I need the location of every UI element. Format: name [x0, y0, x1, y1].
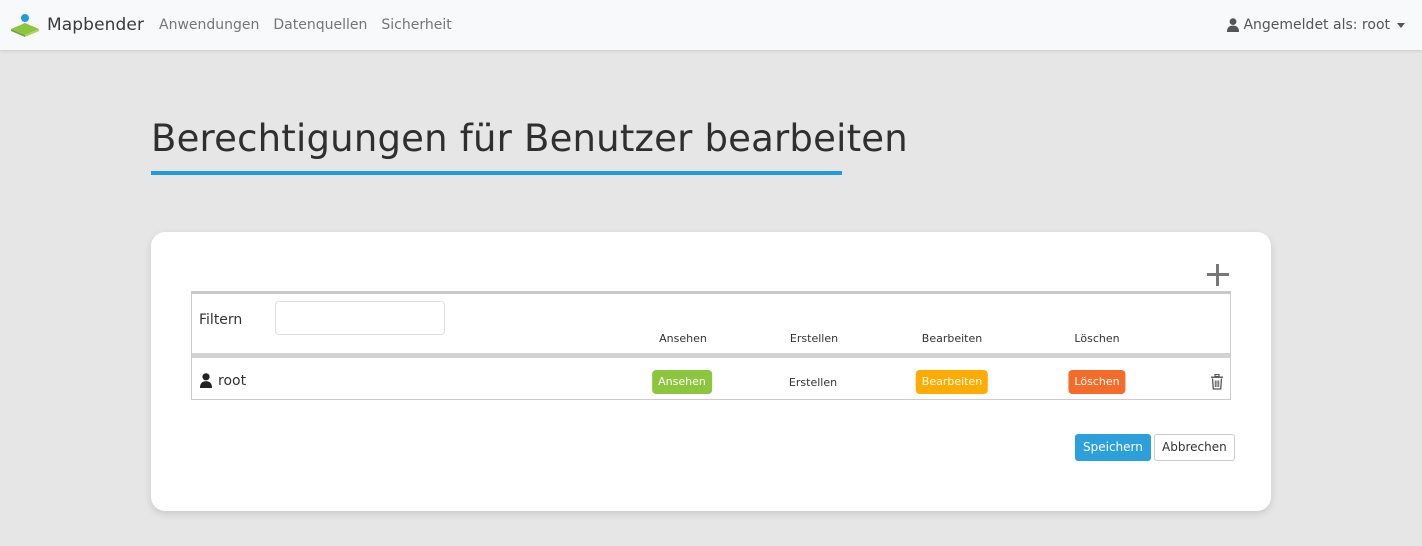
column-header-loeschen: Löschen: [1074, 332, 1120, 345]
filter-label: Filtern: [199, 312, 243, 328]
user-menu-label: Angemeldet als: root: [1243, 17, 1390, 33]
title-underline: [151, 171, 842, 175]
permissions-card: Filtern Ansehen Erstellen Bearbeiten Lös…: [151, 232, 1271, 511]
save-button[interactable]: Speichern: [1075, 434, 1151, 461]
table-header: Filtern Ansehen Erstellen Bearbeiten Lös…: [192, 294, 1230, 358]
column-header-bearbeiten: Bearbeiten: [921, 332, 983, 345]
page-title: Berechtigungen für Benutzer bearbeiten: [151, 117, 908, 160]
caret-down-icon: [1397, 22, 1405, 28]
nav-item-sicherheit[interactable]: Sicherheit: [381, 17, 451, 33]
nav-item-datenquellen[interactable]: Datenquellen: [273, 17, 367, 33]
table-row: root Ansehen Erstellen Bearbeiten Lösche…: [192, 363, 1230, 401]
permission-edit-badge[interactable]: Bearbeiten: [915, 370, 989, 394]
filter-input[interactable]: [275, 301, 445, 335]
column-header-ansehen: Ansehen: [659, 332, 707, 345]
permission-create-toggle[interactable]: Erstellen: [789, 376, 837, 389]
brand[interactable]: Mapbender: [10, 12, 144, 38]
main-nav: Anwendungen Datenquellen Sicherheit: [159, 17, 466, 33]
nav-item-anwendungen[interactable]: Anwendungen: [159, 17, 259, 33]
permission-view-badge[interactable]: Ansehen: [652, 370, 712, 394]
user-menu[interactable]: Angemeldet als: root: [1227, 17, 1405, 33]
permissions-table: Filtern Ansehen Erstellen Bearbeiten Lös…: [191, 291, 1231, 400]
trash-icon[interactable]: [1210, 374, 1224, 390]
column-header-erstellen: Erstellen: [789, 332, 839, 345]
subject-name: root: [218, 373, 247, 389]
user-icon: [1227, 18, 1240, 32]
user-icon: [200, 373, 212, 388]
mapbender-logo: [11, 14, 39, 37]
top-navbar: Mapbender Anwendungen Datenquellen Siche…: [0, 0, 1422, 50]
permission-delete-badge[interactable]: Löschen: [1068, 370, 1126, 394]
brand-name: Mapbender: [47, 15, 145, 35]
plus-icon[interactable]: [1206, 263, 1230, 287]
cancel-button[interactable]: Abbrechen: [1154, 434, 1235, 461]
